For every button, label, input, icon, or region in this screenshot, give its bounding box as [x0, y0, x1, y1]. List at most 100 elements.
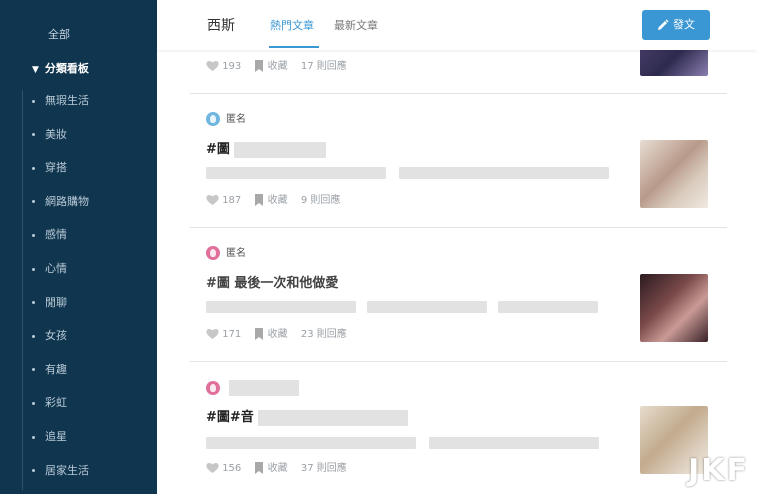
post-title[interactable]: #圖 [206, 138, 327, 158]
bookmark-label[interactable]: 收藏 [268, 463, 288, 474]
bookmark-label[interactable]: 收藏 [268, 329, 288, 340]
post-title-text: #圖 最後一次和他做愛 [206, 276, 339, 291]
sidebar-item-label: 追星 [45, 430, 67, 443]
sidebar-item-label: 美妝 [45, 127, 67, 141]
watermark-logo: JKF [688, 453, 749, 488]
author-name: 匿名 [226, 114, 246, 125]
sidebar-item-label: 心情 [45, 262, 67, 275]
post-title-text: #圖 [206, 142, 230, 157]
post-stats: 193 收藏 17 則回應 [206, 60, 347, 74]
bookmark-icon[interactable] [254, 194, 264, 206]
post-author: 匿名 [206, 246, 246, 262]
post-stats: 187 收藏 9 則回應 [206, 194, 340, 208]
new-post-button[interactable]: 發文 [642, 10, 710, 40]
sidebar-item[interactable]: 居家生活 [32, 462, 89, 480]
bullet-icon [32, 233, 35, 237]
post-stats: 156 收藏 37 則回應 [206, 462, 347, 476]
new-post-label: 發文 [673, 18, 695, 31]
post-title[interactable]: #圖#音 [206, 406, 409, 426]
comment-count: 37 則回應 [300, 463, 347, 474]
sidebar-item-label: 閒聊 [45, 295, 67, 309]
sidebar-item[interactable]: 穿搭 [32, 159, 67, 177]
heart-icon[interactable] [206, 328, 219, 340]
category-boards-label: 分類看板 [44, 62, 89, 75]
bullet-icon [32, 469, 35, 473]
sidebar-item[interactable]: 網路購物 [32, 193, 89, 211]
post-thumbnail[interactable] [640, 140, 708, 208]
like-count: 171 [222, 329, 242, 340]
sidebar-item-label: 女孩 [45, 329, 67, 343]
like-count: 156 [222, 463, 242, 474]
sidebar-item[interactable]: 有趣 [32, 361, 67, 379]
avatar-icon [206, 381, 220, 395]
sidebar-item-all[interactable]: 全部 [48, 26, 70, 42]
sidebar-item-label: 有趣 [45, 362, 67, 376]
post-title[interactable]: #圖 最後一次和他做愛 [206, 272, 338, 291]
bullet-icon [32, 133, 35, 137]
avatar-icon [206, 246, 220, 260]
like-count: 187 [222, 195, 242, 206]
post-author: 匿名 [206, 112, 246, 128]
sidebar-divider [22, 90, 23, 490]
post-title-text: #圖#音 [206, 410, 254, 425]
sidebar-item[interactable]: 閒聊 [32, 294, 67, 312]
heart-icon[interactable] [206, 60, 219, 72]
bullet-icon [32, 301, 35, 305]
bullet-icon [32, 334, 35, 338]
sidebar-item-label: 無瑕生活 [45, 94, 89, 107]
bookmark-icon[interactable] [254, 60, 264, 72]
sidebar-item-label: 感情 [45, 228, 67, 242]
comment-count: 17 則回應 [300, 61, 347, 72]
author-name: 匿名 [226, 248, 246, 259]
comment-count: 23 則回應 [300, 329, 347, 340]
bullet-icon [32, 166, 35, 170]
bullet-icon [32, 435, 35, 439]
bookmark-icon[interactable] [254, 462, 264, 474]
bullet-icon [32, 401, 35, 405]
sidebar-item[interactable]: 無瑕生活 [32, 92, 89, 110]
bookmark-icon[interactable] [254, 328, 264, 340]
pencil-icon [658, 19, 669, 30]
board-title: 西斯 [207, 18, 235, 34]
like-count: 193 [222, 61, 242, 72]
caret-down-icon: ▼ [32, 65, 39, 75]
sidebar-item[interactable]: 彩虹 [32, 394, 67, 412]
sidebar-item[interactable]: 美妝 [32, 126, 67, 144]
post-card[interactable]: 匿名 #圖 最後一次和他做愛 171 收藏 23 則回應 [190, 228, 727, 362]
post-stats: 171 收藏 23 則回應 [206, 328, 347, 342]
bullet-icon [32, 200, 35, 204]
bookmark-label[interactable]: 收藏 [268, 61, 288, 72]
bullet-icon [32, 368, 35, 372]
post-card[interactable]: 匿名 #圖 187 收藏 9 則回應 [190, 94, 727, 228]
heart-icon[interactable] [206, 194, 219, 206]
category-boards-toggle[interactable]: ▼ 分類看板 [32, 60, 89, 76]
avatar-icon [206, 112, 220, 126]
sidebar-item[interactable]: 心情 [32, 260, 67, 278]
comment-count: 9 則回應 [300, 195, 341, 206]
post-excerpt [206, 162, 610, 179]
tab-hot-articles[interactable]: 熱門文章 [270, 17, 314, 33]
sidebar-item-label: 網路購物 [45, 194, 89, 208]
bookmark-label[interactable]: 收藏 [268, 195, 288, 206]
blurred-title [234, 141, 327, 158]
post-author [206, 380, 300, 396]
tab-latest-articles[interactable]: 最新文章 [334, 17, 378, 33]
sidebar-item[interactable]: 女孩 [32, 327, 67, 345]
sidebar-item[interactable]: 感情 [32, 226, 67, 244]
sidebar-item-label: 穿搭 [45, 161, 67, 175]
sidebar-item-label: 彩虹 [45, 396, 67, 410]
blurred-author [229, 380, 300, 396]
heart-icon[interactable] [206, 462, 219, 474]
sidebar-item[interactable]: 追星 [32, 428, 67, 446]
sidebar-item-label: 居家生活 [45, 463, 89, 477]
bullet-icon [32, 267, 35, 271]
post-card[interactable]: #圖#音 156 收藏 37 則回應 [190, 362, 727, 494]
post-thumbnail[interactable] [640, 274, 708, 342]
active-tab-indicator [269, 46, 319, 48]
sidebar: 全部 ▼ 分類看板 無瑕生活美妝穿搭網路購物感情心情閒聊女孩有趣彩虹追星居家生活 [0, 0, 157, 494]
bullet-icon [32, 99, 35, 103]
post-excerpt [206, 296, 599, 313]
blurred-title [258, 409, 409, 426]
top-header: 西斯 熱門文章 最新文章 發文 [157, 0, 757, 50]
post-excerpt [206, 432, 600, 449]
